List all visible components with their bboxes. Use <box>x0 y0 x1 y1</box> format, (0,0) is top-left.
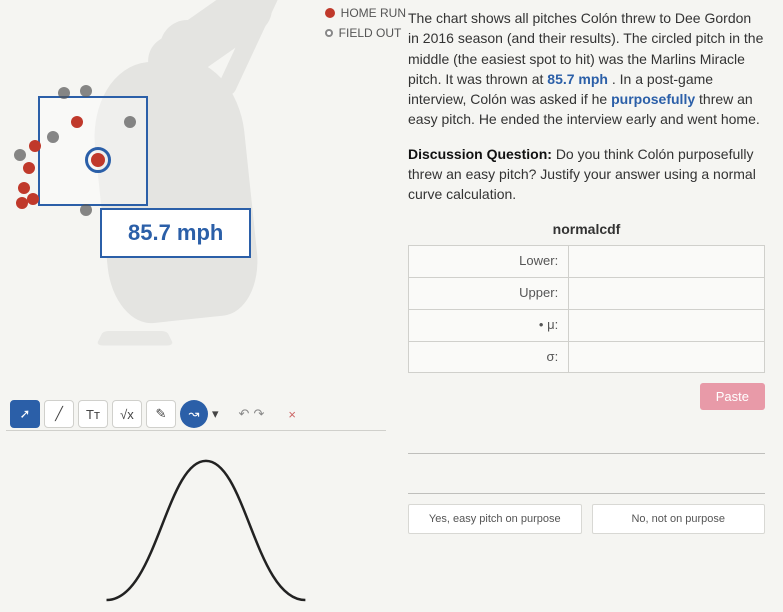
pitch-dot <box>80 85 92 97</box>
description-paragraph: The chart shows all pitches Colón threw … <box>408 8 765 130</box>
mu-input-cell[interactable] <box>569 309 765 341</box>
sigma-label: σ: <box>409 341 569 373</box>
tool-line-button[interactable]: ╱ <box>44 400 74 428</box>
lower-label: Lower: <box>409 245 569 277</box>
answer-input-2[interactable] <box>408 464 765 493</box>
strike-zone <box>38 96 148 206</box>
upper-input-cell[interactable] <box>569 277 765 309</box>
tool-text-button[interactable]: Tᴛ <box>78 400 108 428</box>
curve-icon: ↝ <box>189 406 200 422</box>
pitch-dot <box>23 162 35 174</box>
discussion-heading: Discussion Question: <box>408 146 552 162</box>
pitch-dot <box>27 193 39 205</box>
lower-input-cell[interactable] <box>569 245 765 277</box>
pencil-icon: ✎ <box>156 406 167 422</box>
sqrt-icon: √x <box>120 407 134 422</box>
normalcdf-table: Lower: Upper: • μ: σ: <box>408 245 765 373</box>
tool-arrow-button[interactable]: ➚ <box>10 400 40 428</box>
tool-dropdown[interactable]: ▾ <box>212 406 219 422</box>
tool-sqrt-button[interactable]: √x <box>112 400 142 428</box>
pitch-dot <box>14 149 26 161</box>
pitch-dot <box>58 87 70 99</box>
answer-line-1[interactable] <box>408 424 765 454</box>
pitch-dot <box>71 116 83 128</box>
tool-curve-button[interactable]: ↝ <box>180 400 208 428</box>
discussion-question: Discussion Question: Do you think Colón … <box>408 144 765 205</box>
table-row: σ: <box>409 341 765 373</box>
answer-input-1[interactable] <box>408 424 765 453</box>
paste-button[interactable]: Paste <box>700 383 765 410</box>
speed-emphasis: 85.7 mph <box>547 71 608 87</box>
pitch-legend: HOME RUN FIELD OUT <box>325 6 406 46</box>
line-icon: ╱ <box>55 406 63 422</box>
arrow-icon: ➚ <box>20 406 31 422</box>
choice-no-button[interactable]: No, not on purpose <box>592 504 766 534</box>
purposefully-emphasis: purposefully <box>611 91 695 107</box>
normalcdf-title: normalcdf <box>408 219 765 239</box>
choice-buttons: Yes, easy pitch on purpose No, not on pu… <box>408 504 765 534</box>
pitch-dot <box>124 116 136 128</box>
mu-label: • μ: <box>409 309 569 341</box>
choice-yes-button[interactable]: Yes, easy pitch on purpose <box>408 504 582 534</box>
pitch-chart-panel: HOME RUN FIELD OUT 85.7 mph <box>0 0 400 612</box>
table-row: Upper: <box>409 277 765 309</box>
field-out-swatch-icon <box>325 29 333 37</box>
normal-curve-canvas[interactable] <box>6 430 386 605</box>
home-run-swatch-icon <box>325 8 335 18</box>
undo-button[interactable]: ↶ <box>239 406 250 422</box>
table-row: • μ: <box>409 309 765 341</box>
sigma-input-cell[interactable] <box>569 341 765 373</box>
pitch-dot <box>16 197 28 209</box>
close-button[interactable]: × <box>284 407 300 422</box>
answer-line-2[interactable] <box>408 464 765 494</box>
upper-label: Upper: <box>409 277 569 309</box>
text-icon: Tᴛ <box>86 407 100 422</box>
graph-toolbar: ➚ ╱ Tᴛ √x ✎ ↝ ▾ ↶ ↷ × <box>10 400 300 428</box>
table-row: Lower: <box>409 245 765 277</box>
pitch-dot <box>47 131 59 143</box>
pitch-dot <box>18 182 30 194</box>
legend-field-out: FIELD OUT <box>339 26 402 40</box>
normal-curve-icon <box>6 431 386 605</box>
legend-home-run: HOME RUN <box>341 6 406 20</box>
speed-callout: 85.7 mph <box>100 208 251 258</box>
pitch-dot <box>80 204 92 216</box>
tool-draw-button[interactable]: ✎ <box>146 400 176 428</box>
pitch-highlighted[interactable] <box>91 153 105 167</box>
redo-button[interactable]: ↷ <box>253 406 264 422</box>
content-panel: The chart shows all pitches Colón threw … <box>400 0 783 612</box>
